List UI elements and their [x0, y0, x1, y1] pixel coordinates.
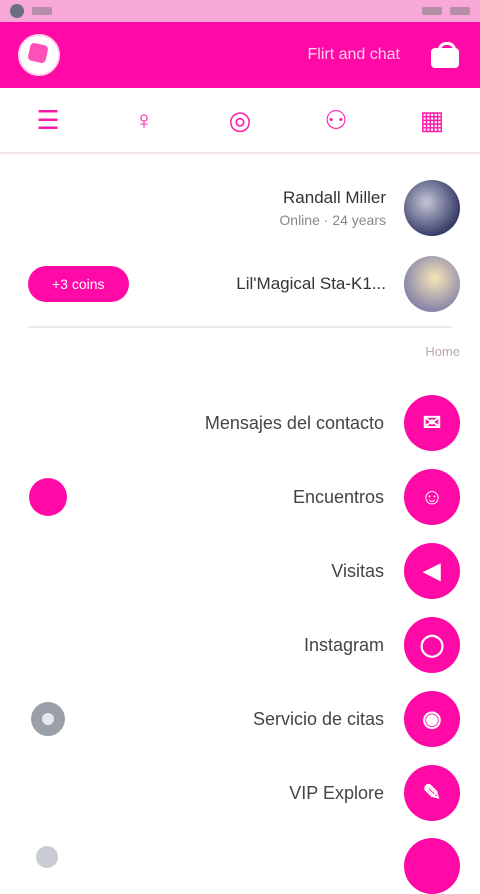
menu-item-dating-service[interactable]: Servicio de citas ◉ [0, 682, 480, 756]
tab-calendar[interactable]: ▦ [412, 100, 452, 140]
gear-icon[interactable] [31, 702, 65, 736]
menu-label: VIP Explore [289, 782, 384, 803]
instagram-icon: ◯ [404, 617, 460, 673]
secondary-profile-name: Lil'Magical Sta-K1... [236, 274, 386, 293]
status-bar [0, 0, 480, 22]
menu-label: Mensajes del contacto [204, 412, 384, 433]
partial-indicator-icon [36, 846, 58, 868]
tab-menu[interactable]: ☰ [28, 100, 68, 140]
status-signal-icon [422, 7, 442, 15]
vip-icon: ✎ [404, 765, 460, 821]
tab-profile[interactable]: ♀ [124, 100, 164, 140]
partial-menu-icon[interactable] [404, 838, 460, 894]
menu-left-slot [28, 773, 68, 813]
encounters-icon: ☺ [404, 469, 460, 525]
app-header: Flirt and chat [0, 22, 480, 88]
status-notification-icon [32, 7, 52, 15]
menu-left-slot [28, 625, 68, 665]
profile-icon: ♀ [134, 104, 154, 135]
avatar[interactable] [404, 180, 460, 236]
menu-label: Servicio de citas [252, 708, 384, 729]
menu-label: Encuentros [292, 486, 384, 507]
menu-icon: ☰ [36, 104, 60, 135]
section-label: Home [425, 344, 460, 359]
status-app-icon [10, 4, 24, 18]
dating-service-icon: ◉ [404, 691, 460, 747]
store-icon[interactable] [428, 40, 462, 70]
contacts-icon: ⚇ [324, 104, 348, 135]
menu-label: Instagram [303, 634, 384, 655]
notification-dot-icon [29, 478, 67, 516]
profile-header[interactable]: Randall Miller Online · 24 years [0, 170, 480, 246]
menu-item-encounters[interactable]: Encuentros ☺ [0, 460, 480, 534]
menu-item-instagram[interactable]: Instagram ◯ [0, 608, 480, 682]
menu-left-slot [28, 551, 68, 591]
tab-bar: ☰ ♀ ◎ ⚇ ▦ [0, 88, 480, 154]
app-logo-icon[interactable] [18, 34, 60, 76]
calendar-icon: ▦ [419, 104, 445, 135]
profile-subtitle: Online · 24 years [279, 212, 386, 228]
visits-icon: ◀ [404, 543, 460, 599]
coins-button[interactable]: +3 coins [28, 266, 129, 302]
app-title: Flirt and chat [307, 46, 400, 63]
profile-name: Randall Miller [283, 188, 386, 207]
menu-label: Visitas [331, 560, 384, 581]
divider [28, 326, 452, 328]
discover-icon: ◎ [228, 104, 252, 135]
profile-secondary-row[interactable]: +3 coins Lil'Magical Sta-K1... [0, 246, 480, 322]
tab-contacts[interactable]: ⚇ [316, 100, 356, 140]
status-battery-icon [450, 7, 470, 15]
menu-list: Mensajes del contacto ✉ Encuentros ☺ Vis… [0, 386, 480, 830]
menu-item-messages[interactable]: Mensajes del contacto ✉ [0, 386, 480, 460]
profile-section: Randall Miller Online · 24 years +3 coin… [0, 170, 480, 328]
menu-left-slot [28, 403, 68, 443]
messages-icon: ✉ [404, 395, 460, 451]
secondary-avatar[interactable] [404, 256, 460, 312]
menu-item-visits[interactable]: Visitas ◀ [0, 534, 480, 608]
menu-item-vip[interactable]: VIP Explore ✎ [0, 756, 480, 830]
tab-discover[interactable]: ◎ [220, 100, 260, 140]
